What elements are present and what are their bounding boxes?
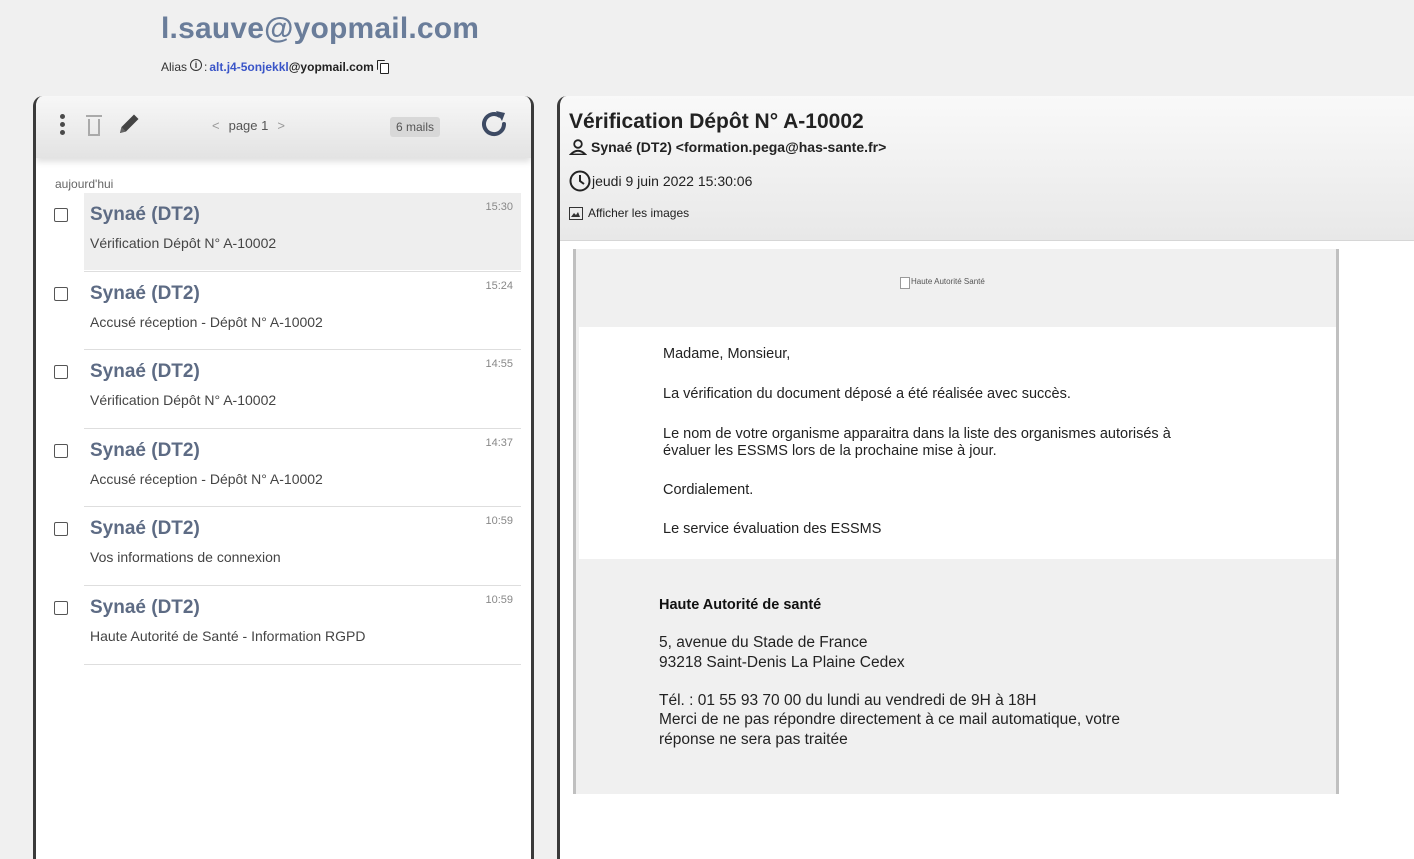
logo-area: Haute Autorité Santé bbox=[576, 249, 1336, 327]
mail-sender: Synaé (DT2) bbox=[90, 282, 200, 304]
mail-sender: Synaé (DT2) bbox=[90, 361, 200, 383]
logo-alt-text: Haute Autorité Santé bbox=[911, 277, 985, 286]
mail-subject: Vérification Dépôt N° A-10002 bbox=[90, 392, 277, 409]
message-from-text: Synaé (DT2) <formation.pega@has-sante.fr… bbox=[591, 139, 887, 155]
show-images-button[interactable]: Afficher les images bbox=[569, 206, 689, 220]
footer-org-name: Haute Autorité de santé bbox=[659, 597, 822, 613]
alias-label: Alias bbox=[161, 60, 188, 74]
next-page-button[interactable]: > bbox=[277, 118, 285, 133]
mail-time: 14:37 bbox=[485, 436, 513, 449]
message-subject: Vérification Dépôt N° A-10002 bbox=[569, 110, 864, 133]
mail-select-checkbox[interactable] bbox=[54, 208, 68, 222]
inbox-email-address: l.sauve@yopmail.com bbox=[161, 12, 480, 45]
mail-subject: Vos informations de connexion bbox=[90, 549, 281, 566]
footer-phone: Tél. : 01 55 93 70 00 du lundi au vendre… bbox=[659, 692, 1037, 709]
email-body: Haute Autorité Santé Madame, Monsieur, L… bbox=[573, 249, 1339, 794]
email-signature: Le service évaluation des ESSMS bbox=[663, 521, 882, 537]
message-panel: Vérification Dépôt N° A-10002 Synaé (DT2… bbox=[557, 96, 1414, 859]
pencil-icon[interactable] bbox=[115, 110, 143, 138]
mail-time: 14:55 bbox=[485, 358, 513, 371]
message-sender: Synaé (DT2) <formation.pega@has-sante.fr… bbox=[569, 139, 886, 155]
mail-time: 10:59 bbox=[485, 593, 513, 606]
broken-image-icon bbox=[900, 277, 910, 289]
mail-time: 15:30 bbox=[485, 201, 513, 213]
footer-noreply-1: Merci de ne pas répondre directement à c… bbox=[659, 711, 1120, 728]
email-greeting: Madame, Monsieur, bbox=[663, 346, 791, 362]
prev-page-button[interactable]: < bbox=[212, 118, 220, 133]
mail-list-item[interactable]: Synaé (DT2) Vérification Dépôt N° A-1000… bbox=[36, 350, 531, 429]
mail-select-checkbox[interactable] bbox=[54, 286, 68, 301]
email-line-2b: évaluer les ESSMS lors de la prochaine m… bbox=[663, 443, 997, 459]
message-header: Vérification Dépôt N° A-10002 Synaé (DT2… bbox=[560, 96, 1414, 241]
inbox-header: l.sauve@yopmail.com Alias i : alt.j4-5on… bbox=[0, 0, 1414, 96]
mail-list-item[interactable]: Synaé (DT2) Vos informations de connexio… bbox=[36, 507, 531, 586]
email-closing: Cordialement. bbox=[663, 482, 754, 498]
mail-list-item[interactable]: Synaé (DT2) Haute Autorité de Santé - In… bbox=[36, 586, 531, 665]
image-icon bbox=[569, 206, 583, 220]
mail-subject: Accusé réception - Dépôt N° A-10002 bbox=[90, 313, 323, 330]
mail-list-item[interactable]: Synaé (DT2) Accusé réception - Dépôt N° … bbox=[36, 429, 531, 508]
copy-icon[interactable] bbox=[376, 60, 389, 74]
refresh-icon[interactable] bbox=[477, 107, 511, 141]
mail-list-item[interactable]: Synaé (DT2) Accusé réception - Dépôt N° … bbox=[36, 272, 531, 351]
mail-sender: Synaé (DT2) bbox=[90, 596, 200, 618]
email-line-2a: Le nom de votre organisme apparaitra dan… bbox=[663, 426, 1171, 442]
email-content: Madame, Monsieur, La vérification du doc… bbox=[579, 327, 1336, 559]
mail-time: 10:59 bbox=[485, 515, 513, 528]
info-icon[interactable]: i bbox=[190, 59, 203, 71]
date-group-label: aujourd'hui bbox=[55, 177, 114, 191]
mail-list-panel: < page 1 > 6 mails aujourd'hui Synaé (DT… bbox=[33, 96, 534, 859]
mail-select-checkbox[interactable] bbox=[54, 443, 68, 458]
email-footer: Haute Autorité de santé 5, avenue du Sta… bbox=[579, 559, 1336, 791]
mail-sender: Synaé (DT2) bbox=[90, 518, 200, 540]
mail-subject: Haute Autorité de Santé - Information RG… bbox=[90, 627, 366, 644]
trash-icon[interactable] bbox=[86, 115, 102, 137]
mail-subject: Vérification Dépôt N° A-10002 bbox=[90, 235, 277, 251]
mail-list-item[interactable]: Synaé (DT2) Vérification Dépôt N° A-1000… bbox=[36, 193, 531, 272]
email-line-1: La vérification du document déposé a été… bbox=[663, 386, 1071, 402]
mail-select-checkbox[interactable] bbox=[54, 522, 68, 537]
mail-select-checkbox[interactable] bbox=[54, 600, 68, 615]
broken-logo-image: Haute Autorité Santé bbox=[900, 277, 985, 289]
pagination: < page 1 > bbox=[212, 118, 285, 133]
alias-row: Alias i : alt.j4-5onjekkl @yopmail.com bbox=[161, 59, 389, 75]
mail-subject: Accusé réception - Dépôt N° A-10002 bbox=[90, 470, 323, 487]
more-options-icon[interactable] bbox=[60, 114, 66, 136]
clock-icon bbox=[569, 170, 591, 192]
page-label: page 1 bbox=[228, 118, 269, 133]
mail-count-badge: 6 mails bbox=[390, 117, 441, 137]
mail-list-toolbar: < page 1 > 6 mails bbox=[36, 96, 531, 158]
mail-list: Synaé (DT2) Vérification Dépôt N° A-1000… bbox=[36, 193, 531, 665]
footer-noreply-2: réponse ne sera pas traitée bbox=[659, 731, 848, 748]
alias-domain: @yopmail.com bbox=[288, 60, 374, 74]
message-date-text: jeudi 9 juin 2022 15:30:06 bbox=[592, 173, 753, 189]
alias-separator: : bbox=[204, 60, 208, 74]
mail-sender: Synaé (DT2) bbox=[90, 439, 200, 461]
alias-name[interactable]: alt.j4-5onjekkl bbox=[209, 60, 288, 74]
user-icon bbox=[569, 139, 587, 155]
mail-time: 15:24 bbox=[485, 279, 513, 292]
show-images-label: Afficher les images bbox=[588, 206, 690, 220]
mail-select-checkbox[interactable] bbox=[54, 365, 68, 380]
footer-address-2: 93218 Saint-Denis La Plaine Cedex bbox=[659, 654, 905, 671]
mail-sender: Synaé (DT2) bbox=[90, 204, 200, 225]
message-date: jeudi 9 juin 2022 15:30:06 bbox=[569, 170, 752, 192]
footer-address-1: 5, avenue du Stade de France bbox=[659, 634, 868, 651]
